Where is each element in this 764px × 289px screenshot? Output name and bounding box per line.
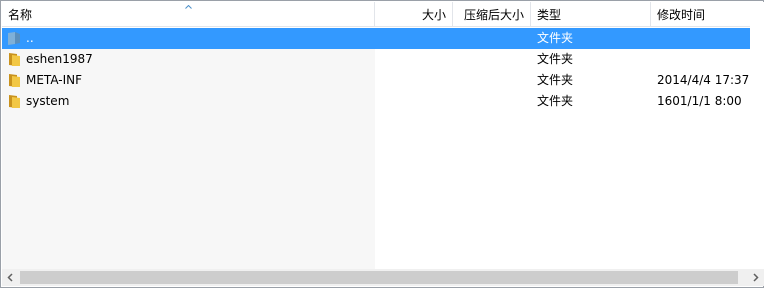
column-header-size-label: 大小 [421, 8, 446, 22]
list-item-meta-inf[interactable]: META-INF 文件夹 2014/4/4 17:37 [2, 70, 750, 91]
file-list-view: 名称 大小 压缩后大小 类型 修改时间 .. 文件夹 eshen1987 文件夹… [0, 0, 764, 288]
chevron-left-icon [7, 273, 13, 282]
list-item-type: 文件夹 [537, 73, 574, 87]
scroll-right-button[interactable] [747, 269, 764, 286]
folder-icon [9, 95, 20, 108]
list-item-parent[interactable]: .. 文件夹 [2, 28, 750, 49]
column-header-bar: 名称 大小 压缩后大小 类型 修改时间 [2, 2, 750, 27]
column-header-modified-label: 修改时间 [657, 8, 706, 22]
scrollbar-thumb[interactable] [20, 271, 738, 284]
horizontal-scrollbar[interactable] [2, 269, 764, 286]
folder-icon [9, 53, 20, 66]
list-item-type: 文件夹 [537, 94, 574, 108]
column-header-modified[interactable]: 修改时间 [651, 2, 750, 27]
list-item-eshen1987[interactable]: eshen1987 文件夹 [2, 49, 750, 70]
list-item-name: system [26, 94, 70, 108]
column-header-packed-size[interactable]: 压缩后大小 [453, 2, 531, 27]
list-item-system[interactable]: system 文件夹 1601/1/1 8:00 [2, 91, 750, 112]
scroll-left-button[interactable] [2, 269, 19, 286]
chevron-right-icon [753, 273, 759, 282]
chevron-up-icon [185, 5, 192, 9]
column-header-size[interactable]: 大小 [375, 2, 453, 27]
list-item-name: eshen1987 [26, 52, 93, 66]
column-header-packed-size-label: 压缩后大小 [463, 8, 524, 22]
list-item-name: .. [26, 31, 34, 45]
column-header-type[interactable]: 类型 [531, 2, 651, 27]
list-item-name: META-INF [26, 73, 83, 87]
folder-icon [9, 74, 20, 87]
column-header-name-label: 名称 [8, 8, 33, 22]
list-item-type: 文件夹 [537, 31, 574, 45]
folder-up-icon [8, 32, 20, 45]
list-item-modified: 2014/4/4 17:37 [657, 73, 750, 87]
list-item-type: 文件夹 [537, 52, 574, 66]
list-item-modified: 1601/1/1 8:00 [657, 94, 742, 108]
vertical-scroll-area [750, 2, 764, 269]
column-header-type-label: 类型 [537, 8, 562, 22]
